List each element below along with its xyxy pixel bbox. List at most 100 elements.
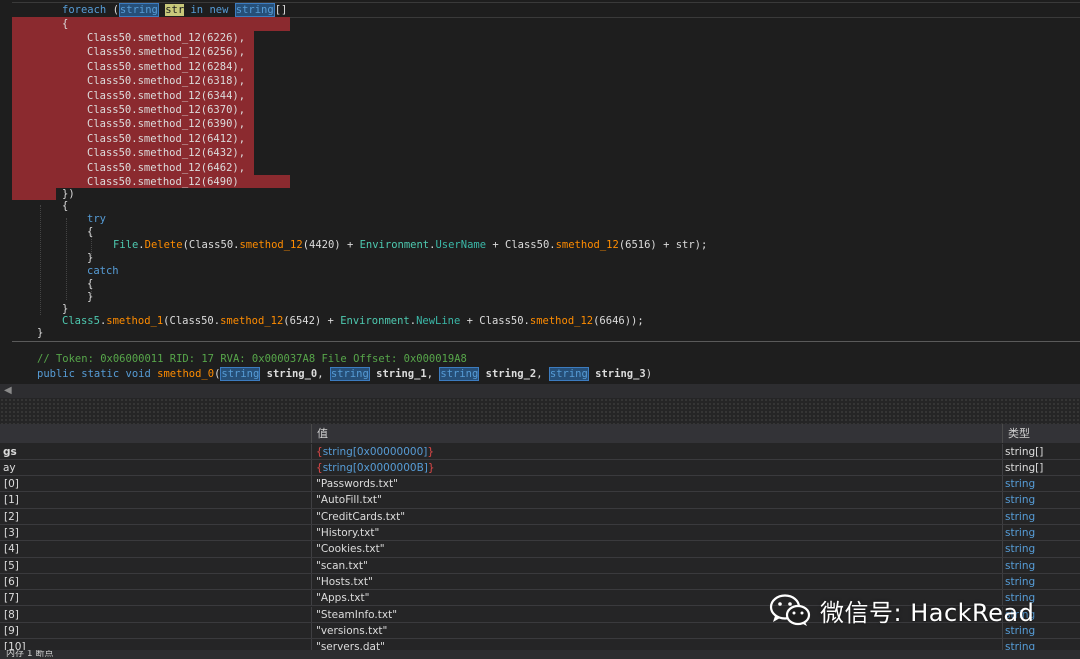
highlight-block — [12, 188, 56, 200]
method-name: smethod_12 — [555, 239, 619, 251]
column-header-type[interactable]: 类型 — [1003, 424, 1080, 443]
wechat-watermark: 微信号: HackRead — [768, 592, 1034, 628]
code-line-array-item: Class50.smethod_12(6432), — [87, 147, 246, 160]
locals-row[interactable]: ay {string[0x0000000B]} string[] — [0, 459, 1080, 477]
panel-splitter[interactable] — [0, 398, 1080, 424]
code-editor[interactable]: foreach (string str in new string[] { Cl… — [0, 0, 1080, 384]
code-line-array-item: Class50.smethod_12(6318), — [87, 75, 246, 88]
code-line-array-item: Class50.smethod_12(6490) — [87, 176, 239, 188]
locals-row[interactable]: [0] "Passwords.txt" string — [0, 476, 1080, 493]
keyword: foreach — [62, 4, 107, 16]
row-type: string — [1005, 575, 1036, 588]
code-line-file-delete: File.Delete(Class50.smethod_12(4420) + E… — [113, 238, 707, 252]
watermark-text: 微信号: HackRead — [820, 598, 1035, 627]
row-name: [5] — [0, 557, 312, 573]
code-line-array-item: Class50.smethod_12(6390), — [87, 118, 246, 131]
method-name: smethod_0 — [157, 368, 215, 380]
parameter-name: string_3 — [595, 368, 646, 380]
parameter-name: string_0 — [266, 368, 318, 380]
row-type: string — [1005, 510, 1036, 523]
debug-status-bar[interactable]: 内存 1 断点 — [0, 650, 1080, 659]
row-name: gs — [0, 443, 312, 459]
code-line-array-item: Class50.smethod_12(6284), — [87, 60, 246, 73]
code-line-signature: public static void smethod_0(string stri… — [37, 367, 653, 381]
row-value: "CreditCards.txt" — [312, 508, 1003, 524]
locals-row[interactable]: [5] "scan.txt" string — [0, 557, 1080, 574]
code-token: ) — [645, 368, 653, 380]
code-line-brace: } — [37, 327, 44, 339]
code-line-brace: { — [87, 278, 94, 290]
code-line-smethod-1: Class5.smethod_1(Class50.smethod_12(6542… — [62, 314, 644, 328]
method-name: smethod_12 — [239, 239, 303, 251]
wechat-icon — [769, 594, 811, 626]
code-line-catch: catch — [87, 265, 119, 277]
keyword: static — [81, 368, 120, 380]
parameter-name: string_1 — [376, 368, 427, 380]
code-token: (Class50. — [182, 239, 240, 251]
row-value: "scan.txt" — [312, 557, 1003, 573]
row-type: string — [1005, 478, 1036, 491]
bracket-close: } — [427, 445, 435, 458]
row-type: string[] — [1003, 460, 1080, 475]
row-value-text: string[0x0000000B] — [322, 461, 428, 474]
locals-row[interactable]: [1] "AutoFill.txt" string — [0, 492, 1080, 509]
row-type: string — [1005, 494, 1036, 507]
locals-row[interactable]: gs {string[0x00000000]} string[] — [0, 443, 1080, 460]
code-line-comment: // Token: 0x06000011 RID: 17 RVA: 0x0000… — [37, 353, 467, 365]
keyword-highlighted: string — [118, 3, 159, 17]
locals-row[interactable]: [3] "History.txt" string — [0, 525, 1080, 542]
locals-header: 值 类型 — [0, 424, 1080, 443]
bracket-close: } — [427, 461, 435, 474]
row-type: string — [1005, 543, 1036, 556]
code-token: [] — [274, 4, 288, 16]
code-line-brace: } — [87, 291, 94, 303]
row-value: "AutoFill.txt" — [312, 492, 1003, 508]
keyword-highlighted: string — [329, 367, 370, 381]
code-line-array-item: Class50.smethod_12(6370), — [87, 104, 246, 116]
code-token: (4420) + — [302, 239, 360, 251]
keyword: void — [125, 368, 151, 380]
row-value: "Cookies.txt" — [312, 541, 1003, 557]
row-type: string[] — [1003, 444, 1080, 459]
editor-horizontal-scrollbar[interactable]: ◀ — [0, 384, 1080, 398]
row-name: [9] — [0, 622, 312, 639]
row-name: [8] — [0, 606, 312, 622]
code-line-brace: } — [87, 252, 94, 264]
row-type-text: string[] — [1005, 445, 1044, 458]
code-token: (6646)); — [593, 315, 644, 327]
keyword-highlighted: string — [439, 367, 480, 381]
parameter-name: string_2 — [485, 368, 537, 380]
row-name: [1] — [0, 492, 312, 508]
keyword-highlighted: string — [234, 3, 275, 17]
locals-row[interactable]: [2] "CreditCards.txt" string — [0, 508, 1080, 525]
column-header-value[interactable]: 值 — [312, 424, 1003, 443]
scroll-left-icon[interactable]: ◀ — [4, 385, 12, 396]
code-line-foreach: foreach (string str in new string[] — [62, 3, 287, 17]
code-line-array-item: Class50.smethod_12(6344), — [87, 89, 246, 102]
code-line-brace: { — [62, 18, 69, 30]
method-name: smethod_1 — [106, 315, 164, 327]
code-token: + Class50. — [460, 315, 530, 327]
locals-row[interactable]: [6] "Hosts.txt" string — [0, 573, 1080, 591]
editor-gutter — [0, 0, 12, 384]
keyword-highlighted: string — [548, 367, 589, 381]
row-value: "History.txt" — [312, 525, 1003, 541]
locals-row[interactable]: [4] "Cookies.txt" string — [0, 541, 1080, 558]
row-name: [4] — [0, 541, 312, 557]
column-header-name[interactable] — [0, 424, 312, 443]
indent-guide — [40, 205, 41, 315]
code-line-array-item: Class50.smethod_12(6462), — [87, 161, 246, 174]
row-value-text: string[0x00000000] — [322, 445, 428, 458]
code-line-array-item: Class50.smethod_12(6412), — [87, 132, 246, 145]
code-token: ( — [106, 4, 119, 16]
property-name: NewLine — [416, 315, 461, 327]
method-name: smethod_12 — [220, 315, 284, 327]
property-name: UserName — [435, 239, 487, 251]
type-name: Environment — [359, 239, 430, 251]
bracket-open: { — [316, 461, 323, 474]
row-type-text: string[] — [1005, 461, 1044, 474]
row-value: {string[0x00000000]} — [312, 443, 1003, 459]
row-value: {string[0x0000000B]} — [312, 459, 1003, 476]
keyword-highlighted: string — [220, 367, 261, 381]
code-line-try: try — [87, 213, 106, 225]
